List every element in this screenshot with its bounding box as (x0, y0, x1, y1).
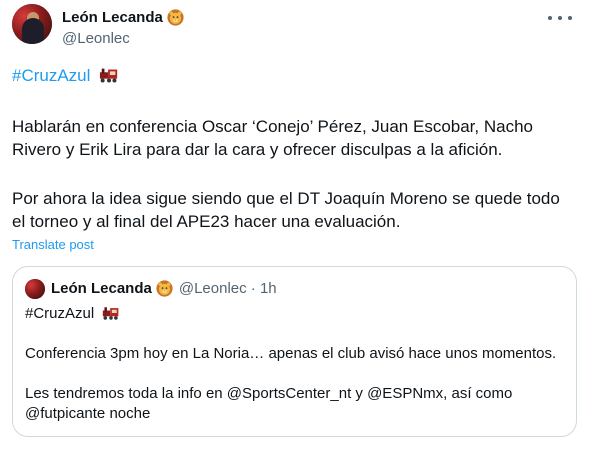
quoted-text-line: Conferencia 3pm hoy en La Noria… apenas … (25, 345, 557, 362)
tweet-text-line: Hablarán en conferencia Oscar ‘Conejo’ P… (12, 117, 533, 136)
more-options-icon[interactable] (548, 10, 572, 26)
train-icon (103, 307, 119, 320)
tweet-paragraph-1: Hablarán en conferencia Oscar ‘Conejo’ P… (12, 115, 582, 161)
quoted-display-name: León Lecanda (51, 280, 152, 297)
translate-post-link[interactable]: Translate post (12, 237, 94, 252)
tweet-text-line: Rivero y Erik Lira para dar la cara y of… (12, 140, 503, 159)
quoted-hashtag: #CruzAzul (25, 305, 95, 322)
display-name[interactable]: León Lecanda (62, 9, 163, 26)
quoted-header: León Lecanda @Leonlec · 1h (51, 280, 277, 297)
train-icon (100, 68, 118, 83)
quoted-handle-time: @Leonlec · 1h (178, 280, 277, 297)
quoted-text-line: Les tendremos toda la info en @SportsCen… (25, 385, 513, 402)
tweet-text-line: Por ahora la idea sigue siendo que el DT… (12, 189, 560, 208)
tweet-text-line: el torneo y al final del APE23 hacer una… (12, 212, 401, 231)
quoted-hashtag-line: #CruzAzul (25, 304, 565, 324)
avatar[interactable] (12, 4, 52, 44)
hashtag-line: #CruzAzul (12, 64, 582, 87)
hashtag-link[interactable]: #CruzAzul (12, 66, 90, 85)
handle[interactable]: @Leonlec (62, 30, 184, 47)
quoted-avatar (25, 279, 45, 299)
quoted-text-line: @futpicante noche (25, 405, 151, 422)
tweet-paragraph-2: Por ahora la idea sigue siendo que el DT… (12, 187, 582, 233)
tweet-header: León Lecanda @Leonlec (62, 7, 184, 47)
quoted-tweet[interactable]: León Lecanda @Leonlec · 1h #CruzAzul Con… (12, 266, 577, 437)
lion-face-icon (156, 280, 173, 297)
lion-face-icon (167, 8, 184, 26)
